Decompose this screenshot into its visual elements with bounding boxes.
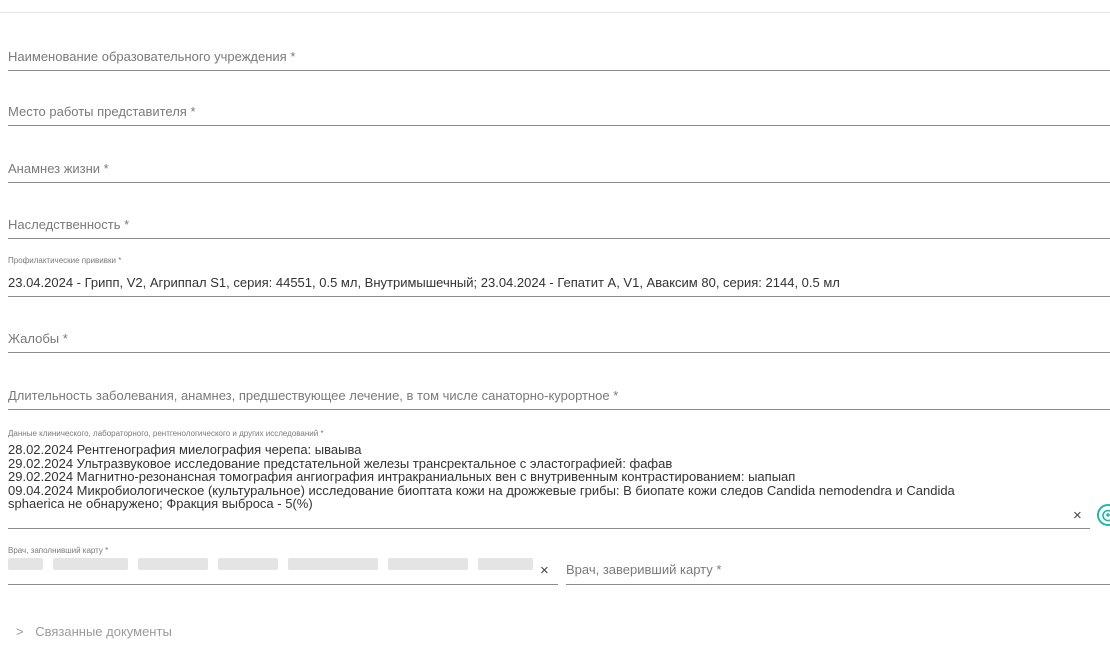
research-data-line: 29.02.2024 Ультразвуковое исследование п…	[8, 455, 673, 471]
doctor-certified-field[interactable]: Врач, заверивший карту *	[566, 556, 1110, 585]
patient-card-form: Наименование образовательного учреждения…	[0, 0, 1110, 652]
doctor-filled-clear-icon[interactable]: ×	[540, 563, 549, 578]
heredity-field[interactable]: Наследственность *	[8, 212, 1110, 239]
education-institution-placeholder: Наименование образовательного учреждения…	[8, 49, 296, 64]
research-data-label: Данные клинического, лабораторного, рент…	[8, 429, 324, 438]
research-data-line: 28.02.2024 Рентгенография миелография че…	[8, 442, 362, 457]
disease-duration-field[interactable]: Длительность заболевания, анамнез, предш…	[8, 383, 1110, 410]
doctor-filled-label: Врач, заполнивший карту *	[8, 546, 109, 555]
related-documents-label: Связанные документы	[35, 624, 172, 639]
representative-workplace-placeholder: Место работы представителя *	[8, 104, 196, 119]
redacted-name-block	[138, 558, 208, 570]
life-anamnesis-field[interactable]: Анамнез жизни *	[8, 156, 1110, 183]
education-institution-field[interactable]: Наименование образовательного учреждения…	[8, 44, 1110, 71]
redacted-name-block	[8, 558, 43, 570]
research-data-line: 29.02.2024 Магнитно-резонансная томограф…	[8, 469, 796, 485]
vaccinations-field[interactable]: Профилактические прививки * 23.04.2024 -…	[8, 256, 1110, 297]
vaccinations-label: Профилактические прививки *	[8, 256, 122, 265]
research-data-field[interactable]: Данные клинического, лабораторного, рент…	[8, 429, 1090, 529]
redacted-name-block	[478, 558, 533, 570]
refresh-add-icon-glyph	[1102, 509, 1110, 522]
disease-duration-placeholder: Длительность заболевания, анамнез, предш…	[8, 388, 619, 403]
related-documents-toggle[interactable]: > Связанные документы	[16, 624, 172, 639]
life-anamnesis-placeholder: Анамнез жизни *	[8, 161, 109, 176]
chevron-right-icon: >	[16, 624, 24, 639]
refresh-add-icon[interactable]	[1097, 504, 1110, 526]
doctor-certified-placeholder: Врач, заверивший карту *	[566, 562, 722, 577]
complaints-placeholder: Жалобы *	[8, 331, 68, 346]
redacted-name-block	[288, 558, 378, 570]
research-data-line: 09.04.2024 Микробиологическое (культурал…	[8, 482, 955, 498]
complaints-field[interactable]: Жалобы *	[8, 326, 1110, 353]
redacted-name-block	[388, 558, 468, 570]
redacted-name-block	[218, 558, 278, 570]
research-data-text: 28.02.2024 Рентгенография миелография че…	[8, 443, 1068, 511]
vaccinations-value: 23.04.2024 - Грипп, V2, Агриппал S1, сер…	[8, 275, 840, 290]
research-data-line: sphaerica не обнаружено; Фракция выброса…	[8, 496, 313, 512]
doctor-filled-field[interactable]: Врач, заполнивший карту *	[8, 546, 558, 585]
top-divider	[0, 12, 1110, 13]
redacted-name-block	[53, 558, 128, 570]
representative-workplace-field[interactable]: Место работы представителя *	[8, 99, 1110, 126]
heredity-placeholder: Наследственность *	[8, 217, 130, 232]
research-data-clear-icon[interactable]: ×	[1073, 508, 1082, 523]
